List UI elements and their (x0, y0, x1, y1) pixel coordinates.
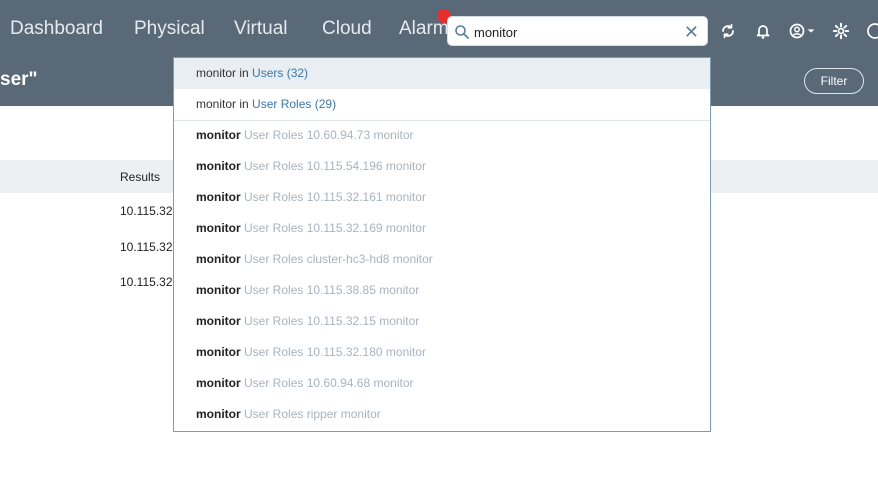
suggestion-host: ripper (306, 407, 338, 421)
results-column-header: Results (120, 170, 161, 184)
refresh-icon[interactable] (717, 20, 739, 42)
suggestion-name: monitor (385, 159, 426, 173)
suggestion-host: 10.115.32.15 (306, 314, 376, 328)
suggestion-type: User Roles (244, 252, 304, 266)
suggestion-in: in (239, 66, 249, 80)
global-search[interactable]: ✕ (447, 16, 708, 46)
suggestion-type: User Roles (244, 159, 304, 173)
suggestion-keyword: monitor (196, 376, 241, 390)
suggestion-type: User Roles (244, 407, 304, 421)
suggestion-keyword: monitor (196, 128, 241, 142)
suggestion-term: monitor (196, 97, 237, 111)
gear-icon[interactable] (830, 20, 852, 42)
suggestion-keyword: monitor (196, 159, 241, 173)
suggestion-term: monitor (196, 66, 237, 80)
suggestion-host: 10.60.94.73 (306, 128, 371, 142)
suggestion-keyword: monitor (196, 345, 241, 359)
suggestion-item[interactable]: monitor User Roles 10.115.32.169 monitor (196, 213, 426, 244)
suggestion-type: User Roles (244, 221, 304, 235)
suggestion-type: User Roles (244, 190, 304, 204)
search-suggestions-dropdown: monitor in Users (32) monitor in User Ro… (173, 57, 711, 432)
suggestion-name: monitor (385, 345, 426, 359)
suggestion-keyword: monitor (196, 407, 241, 421)
suggestion-keyword: monitor (196, 221, 241, 235)
suggestion-name: monitor (340, 407, 381, 421)
suggestion-scope-user-roles[interactable]: monitor in User Roles (29) (174, 89, 710, 120)
suggestion-type: User Roles (244, 283, 304, 297)
suggestion-host: 10.115.32.180 (306, 345, 383, 359)
bell-icon[interactable] (752, 20, 774, 42)
suggestion-target: Users (32) (252, 66, 309, 80)
suggestion-name: monitor (379, 283, 420, 297)
suggestion-keyword: monitor (196, 252, 241, 266)
suggestion-keyword: monitor (196, 190, 241, 204)
search-icon (455, 25, 469, 39)
page-title: ser" (0, 69, 38, 90)
suggestion-name: monitor (379, 314, 420, 328)
table-row[interactable]: 10.115.32 (120, 204, 172, 218)
table-row[interactable]: 10.115.32 (120, 275, 172, 289)
search-input[interactable] (474, 21, 674, 43)
suggestion-name: monitor (392, 252, 433, 266)
suggestion-item[interactable]: monitor User Roles 10.115.32.180 monitor (196, 337, 426, 368)
suggestion-keyword: monitor (196, 314, 241, 328)
suggestion-type: User Roles (244, 314, 304, 328)
suggestion-host: 10.115.32.169 (306, 221, 383, 235)
suggestion-name: monitor (385, 190, 426, 204)
nav-virtual[interactable]: Virtual (234, 18, 288, 40)
clear-search-icon[interactable]: ✕ (684, 21, 699, 43)
suggestion-item[interactable]: monitor User Roles ripper monitor (196, 399, 381, 430)
suggestion-type: User Roles (244, 345, 304, 359)
suggestion-keyword: monitor (196, 283, 241, 297)
suggestion-item[interactable]: monitor User Roles 10.115.38.85 monitor (196, 275, 419, 306)
suggestion-host: 10.115.32.161 (306, 190, 383, 204)
nav-dashboard[interactable]: Dashboard (10, 18, 103, 40)
suggestion-host: 10.115.38.85 (306, 283, 376, 297)
suggestion-item[interactable]: monitor User Roles 10.115.32.15 monitor (196, 306, 419, 337)
suggestion-scope-users[interactable]: monitor in Users (32) (174, 58, 710, 89)
suggestion-item[interactable]: monitor User Roles 10.115.54.196 monitor (196, 151, 426, 182)
suggestion-target: User Roles (29) (252, 97, 337, 111)
suggestion-item[interactable]: monitor User Roles 10.60.94.73 monitor (196, 120, 413, 151)
suggestion-name: monitor (373, 376, 414, 390)
nav-physical[interactable]: Physical (134, 18, 205, 40)
help-icon[interactable] (866, 20, 878, 42)
suggestion-item[interactable]: monitor User Roles 10.60.94.68 monitor (196, 368, 413, 399)
filter-button[interactable]: Filter (804, 68, 864, 94)
nav-cloud[interactable]: Cloud (322, 18, 372, 40)
suggestion-item[interactable]: monitor User Roles 10.115.32.161 monitor (196, 182, 426, 213)
suggestion-in: in (239, 97, 249, 111)
suggestion-type: User Roles (244, 376, 304, 390)
suggestion-host: 10.60.94.68 (306, 376, 371, 390)
suggestion-name: monitor (373, 128, 414, 142)
top-navigation-bar: Dashboard Physical Virtual Cloud Alarm ✕ (0, 0, 878, 60)
suggestion-name: monitor (385, 221, 426, 235)
suggestion-host: cluster-hc3-hd8 (306, 252, 390, 266)
suggestion-item[interactable]: monitor User Roles cluster-hc3-hd8 monit… (196, 244, 433, 275)
suggestion-host: 10.115.54.196 (306, 159, 383, 173)
table-row[interactable]: 10.115.32 (120, 240, 172, 254)
suggestion-type: User Roles (244, 128, 304, 142)
chevron-down-icon[interactable] (805, 20, 817, 42)
